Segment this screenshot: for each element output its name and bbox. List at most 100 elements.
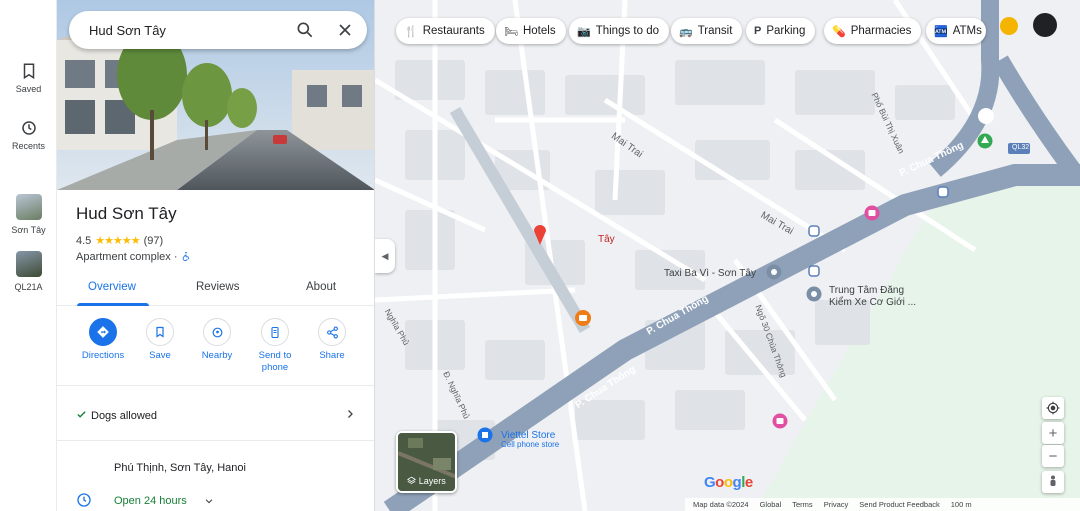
map-footer: Map data ©2024 Global Terms Privacy Send…	[685, 498, 1080, 511]
shopping-marker-icon[interactable]	[864, 205, 880, 221]
address-row[interactable]: Phú Thịnh, Sơn Tây, Hanoi	[57, 452, 374, 482]
my-location-button[interactable]	[1042, 397, 1064, 419]
active-tab-indicator	[77, 303, 149, 306]
chip-label: Restaurants	[422, 25, 485, 37]
history-icon	[21, 121, 36, 135]
chip-pharmacies[interactable]: 💊 Pharmacies	[824, 18, 922, 44]
recents-button[interactable]: Recents	[0, 119, 57, 151]
dogs-allowed-text: Dogs allowed	[91, 410, 158, 422]
bus-icon: 🚌	[679, 25, 693, 38]
chevron-down-icon	[205, 499, 213, 504]
terms-link[interactable]: Terms	[792, 500, 812, 509]
recent-place-label: QL21A	[14, 282, 43, 292]
chip-things-to-do[interactable]: 📷 Things to do	[569, 18, 669, 44]
recent-place-ql21a[interactable]: QL21A	[0, 251, 57, 292]
chevron-left-icon: ◀	[381, 250, 389, 261]
place-tabs: Overview Reviews About	[57, 272, 374, 306]
google-logo: Google	[704, 474, 753, 491]
divider	[57, 385, 374, 386]
taxi-marker-icon[interactable]	[766, 264, 782, 280]
recent-place-son-tay[interactable]: Sơn Tây	[0, 194, 57, 235]
global-link[interactable]: Global	[760, 500, 782, 509]
layers-button[interactable]: Layers	[396, 431, 457, 493]
save-button[interactable]: Save	[130, 318, 190, 362]
chip-restaurants[interactable]: 🍴 Restaurants	[396, 18, 495, 44]
feedback-link[interactable]: Send Product Feedback	[859, 500, 939, 509]
bus-stop-icon[interactable]	[808, 225, 820, 237]
close-icon[interactable]	[335, 20, 355, 40]
poi-label[interactable]: Trung Tâm Đăng	[829, 285, 904, 296]
recent-thumbnail	[15, 251, 42, 277]
star-rating: ★★★★★	[95, 235, 140, 247]
recent-place-label: Sơn Tây	[11, 225, 46, 235]
accessibility-icon	[182, 251, 189, 261]
chevron-right-icon	[348, 410, 353, 418]
layers-label: Layers	[398, 476, 455, 486]
my-location-icon	[1046, 401, 1060, 415]
taxi-label[interactable]: Taxi Ba Vì - Sơn Tây	[664, 268, 756, 279]
chip-hotels[interactable]: 🛏 Hotels	[496, 18, 566, 44]
search-input[interactable]	[89, 20, 289, 40]
tab-reviews[interactable]: Reviews	[196, 281, 239, 293]
chip-label: Hotels	[522, 25, 556, 37]
tab-overview[interactable]: Overview	[88, 281, 136, 293]
chip-transit[interactable]: 🚌 Transit	[671, 18, 743, 44]
send-to-phone-button[interactable]: Send to phone	[245, 318, 305, 374]
park-marker-icon[interactable]	[977, 133, 993, 149]
nearby-icon	[203, 318, 231, 346]
layers-icon	[407, 476, 417, 484]
scale-bar[interactable]: 100 m	[951, 500, 972, 509]
share-button[interactable]: Share	[302, 318, 362, 362]
place-category[interactable]: Apartment complex ·	[76, 251, 177, 263]
zoom-out-button[interactable]: −	[1042, 445, 1064, 467]
tab-about[interactable]: About	[306, 281, 336, 293]
nearby-button[interactable]: Nearby	[187, 318, 247, 362]
fork-knife-icon: 🍴	[404, 25, 418, 38]
layers-text: Layers	[418, 476, 446, 486]
rating-value: 4.5	[76, 234, 92, 247]
shopping-marker-icon[interactable]	[772, 413, 788, 429]
chip-label: Things to do	[595, 25, 659, 37]
bus-stop-icon[interactable]	[808, 265, 820, 277]
poi-sublabel: Cell phone store	[501, 440, 560, 449]
recents-label: Recents	[11, 141, 46, 151]
left-rail: Saved Recents Sơn Tây QL21A	[0, 0, 57, 511]
parking-icon: P	[754, 25, 762, 37]
search-box	[69, 11, 367, 49]
amenities-row[interactable]: Dogs allowed	[57, 396, 374, 436]
share-label: Share	[319, 350, 345, 361]
share-icon	[318, 318, 346, 346]
chip-parking[interactable]: P Parking	[746, 18, 816, 44]
avatar	[1000, 13, 1057, 37]
place-marker-icon[interactable]	[806, 286, 822, 302]
action-buttons: Directions Save Nearby Send to phone Sha…	[57, 318, 374, 384]
privacy-link[interactable]: Privacy	[824, 500, 849, 509]
collapse-panel-button[interactable]: ◀	[375, 239, 395, 273]
bed-icon: 🛏	[504, 25, 518, 38]
pegman-button[interactable]	[1042, 471, 1064, 493]
zoom-in-button[interactable]: +	[1042, 422, 1064, 444]
address-text: Phú Thịnh, Sơn Tây, Hanoi	[114, 462, 246, 474]
map-canvas[interactable]: Mai Trai Mai Trai Phố Bùi Thị Xuân P. Ch…	[375, 0, 1080, 511]
rating-row[interactable]: 4.5 ★★★★★ (97)	[76, 234, 164, 248]
account-area[interactable]	[997, 13, 1063, 39]
saved-button[interactable]: Saved	[0, 62, 57, 94]
bus-stop-icon[interactable]	[937, 186, 949, 198]
hours-status: Open 24 hours	[114, 495, 187, 507]
store-marker-icon[interactable]	[477, 427, 493, 443]
chip-atms[interactable]: 🏧 ATMs	[926, 18, 986, 44]
saved-label: Saved	[15, 84, 42, 94]
directions-button[interactable]: Directions	[73, 318, 133, 362]
directions-icon	[89, 318, 117, 346]
clock-icon	[77, 493, 91, 507]
poi-label[interactable]: Kiểm Xe Cơ Giới ...	[829, 297, 916, 308]
hours-row[interactable]: Open 24 hours	[57, 486, 374, 511]
nearby-label: Nearby	[201, 350, 233, 361]
restaurant-marker-icon[interactable]	[574, 309, 592, 327]
phone-icon	[261, 318, 289, 346]
search-icon[interactable]	[295, 20, 315, 40]
atm-icon: 🏧	[934, 25, 948, 38]
category-row: Apartment complex ·	[76, 251, 191, 263]
review-count[interactable]: (97)	[144, 235, 164, 247]
place-title: Hud Sơn Tây	[76, 204, 177, 223]
